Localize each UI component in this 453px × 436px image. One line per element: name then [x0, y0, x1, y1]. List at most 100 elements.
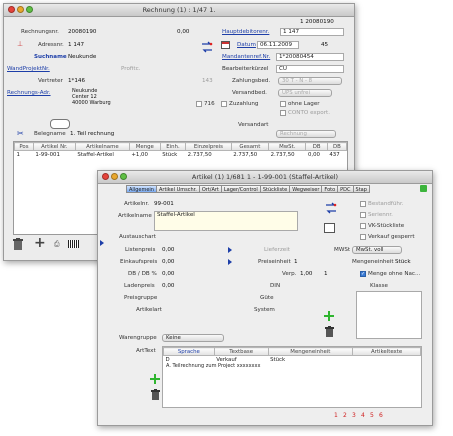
column-header[interactable]: Einzelpreis: [185, 142, 232, 151]
page-link-2[interactable]: 2: [343, 412, 347, 419]
page-link-5[interactable]: 5: [370, 412, 374, 419]
column-header[interactable]: Gesamt: [230, 142, 270, 151]
artikel-tabbar: Allgemein Artikel Umschr. Ort/Art Lager/…: [126, 185, 370, 193]
page-link-6[interactable]: 6: [379, 412, 383, 419]
checkbox-vk-stueckliste[interactable]: [360, 223, 366, 229]
column-header[interactable]: Artikeltexte: [352, 347, 421, 356]
page-link-1[interactable]: 1: [334, 412, 338, 419]
checkbox-menge-ohne[interactable]: [360, 271, 366, 277]
calendar-icon[interactable]: [221, 41, 230, 49]
plus-icon[interactable]: [150, 374, 160, 384]
top-number: 1 20080190: [300, 19, 334, 25]
table-row[interactable]: 1 1-99-001 Staffel-Artikel +1,00 Stück 2…: [15, 151, 347, 159]
rechnung-popup[interactable]: Rechnung: [276, 130, 336, 138]
einkaufspreis-arrow-icon[interactable]: [228, 259, 232, 265]
page-link-4[interactable]: 4: [361, 412, 365, 419]
checkbox-menge-ohne-label: Menge ohne Nac...: [368, 271, 421, 277]
listenpreis-label: Listenpreis: [125, 247, 156, 253]
listenpreis-arrow-icon[interactable]: [228, 247, 232, 253]
column-header[interactable]: MwSt.: [268, 142, 307, 151]
table-cell: 2.737,50: [233, 151, 258, 158]
tab-lager-control[interactable]: Lager/Control: [221, 185, 261, 193]
artikelart-label: Artikelart: [136, 307, 162, 313]
column-header[interactable]: Menge: [128, 142, 161, 151]
klasse-box[interactable]: [356, 291, 422, 339]
table-header-row: Sprache Textbase Mengeneinheit Artikelte…: [163, 347, 421, 356]
column-header[interactable]: Pos: [14, 142, 34, 151]
column-header[interactable]: Artikel Nr.: [32, 142, 76, 151]
column-header[interactable]: Sprache: [163, 347, 215, 356]
tab-stap[interactable]: Stap: [353, 185, 370, 193]
einkaufspreis-label: Einkaufspreis: [120, 259, 158, 265]
checkbox-verkauf-gesperrt[interactable]: [360, 234, 366, 240]
plus-icon[interactable]: +: [34, 235, 46, 251]
austauschart-label: Austauschart: [119, 234, 156, 240]
hauptdebitor-label[interactable]: Hauptdebitorenr.: [222, 29, 269, 35]
mwst-popup[interactable]: MwSt. voll: [352, 246, 402, 254]
window-title: Rechnung (1) : 1/47 1.: [142, 6, 216, 14]
ladenpreis-value: 0,00: [162, 283, 175, 289]
trash-icon[interactable]: [151, 389, 160, 400]
datum-field[interactable]: 06.11.2009: [257, 41, 299, 49]
column-header[interactable]: Einh.: [159, 142, 187, 151]
einkaufspreis-value: 0,00: [162, 259, 175, 265]
tab-stueckliste[interactable]: Stückliste: [260, 185, 291, 193]
checkbox-conto-export[interactable]: [280, 110, 286, 116]
bearbeiter-field[interactable]: CU: [276, 65, 344, 73]
tab-artikel-umschr[interactable]: Artikel Umschr.: [156, 185, 200, 193]
column-header[interactable]: DB: [326, 142, 347, 151]
window-title: Artikel (1) 1/681 1 - 1-99-001 (Staffel-…: [191, 173, 339, 181]
tab-pdc[interactable]: PDC: [338, 185, 354, 193]
hauptdebitor-field[interactable]: 1 147: [280, 28, 344, 36]
trash-icon[interactable]: [13, 238, 23, 250]
datum-label[interactable]: Datum: [237, 42, 256, 48]
warengruppe-label: Warengruppe: [119, 335, 157, 341]
column-header[interactable]: Mengeneinheit: [267, 347, 354, 356]
refresh-arrows-icon[interactable]: [324, 201, 338, 215]
checkbox-bestandfuehr[interactable]: [360, 201, 366, 207]
refresh-arrows-icon[interactable]: [324, 223, 335, 233]
plus-icon[interactable]: [324, 311, 334, 321]
rechnungsnr-label: Rechnungsnr.: [21, 29, 59, 35]
tab-ort-art[interactable]: Ort/Art: [199, 185, 222, 193]
artikelname-label: Artikelname: [118, 213, 152, 219]
table-row[interactable]: D Verkauf Stück: [164, 356, 421, 364]
artikelname-field[interactable]: Staffel-Artikel: [154, 211, 298, 231]
arttext-label: ArtText: [136, 348, 156, 354]
print-icon[interactable]: ⎙: [54, 240, 60, 249]
preisgruppe-label: Preisgruppe: [124, 295, 158, 301]
zahlungsbed-popup[interactable]: 30 T - N - 8: [278, 77, 342, 85]
speech-bubble-icon[interactable]: [50, 119, 70, 129]
column-header[interactable]: DB: [305, 142, 328, 151]
mandant-label[interactable]: Mandantenref.Nr.: [222, 54, 270, 60]
tab-foto[interactable]: Foto: [322, 185, 339, 193]
belegname-value: 1. Teil rechnung: [70, 131, 115, 137]
versandbed-popup[interactable]: UPS unfrei: [278, 89, 332, 97]
db-value: 0,00: [162, 271, 175, 277]
table-cell: 1: [16, 151, 20, 158]
rechnung-titlebar[interactable]: Rechnung (1) : 1/47 1.: [4, 4, 354, 17]
warengruppe-popup[interactable]: Keine: [162, 334, 224, 342]
bearbeiter-label: Bearbeiterkürzel: [222, 66, 269, 72]
checkbox-seriennr[interactable]: [360, 212, 366, 218]
tab-allgemein[interactable]: Allgemein: [126, 185, 157, 193]
scissors-icon[interactable]: ✂: [17, 129, 24, 138]
checkbox-ohne-lager[interactable]: [280, 101, 286, 107]
trash-icon[interactable]: [325, 326, 334, 337]
austauschart-arrow-icon[interactable]: [100, 240, 104, 246]
page-link-3[interactable]: 3: [352, 412, 356, 419]
vertreter-value: 1*146: [68, 78, 86, 84]
arttext-note: A. Teilrechnung zum Project xxxxxxxx: [166, 363, 261, 369]
wandprojekt-label[interactable]: WandProjektNr.: [7, 66, 50, 72]
checkbox-vk-stueckliste-label: VK-Stückliste: [368, 223, 405, 229]
barcode-icon[interactable]: [68, 240, 79, 248]
checkbox-zuzahlung[interactable]: [221, 101, 227, 107]
artikel-titlebar[interactable]: Artikel (1) 1/681 1 - 1-99-001 (Staffel-…: [98, 171, 432, 184]
mandant-field[interactable]: 1*20080454: [276, 53, 344, 61]
column-header[interactable]: Textbase: [213, 347, 269, 356]
rechnungs-adr-label[interactable]: Rechnungs-Adr.: [7, 90, 51, 96]
tab-wegweiser[interactable]: Wegweiser: [290, 185, 323, 193]
checkbox-716[interactable]: [196, 101, 202, 107]
column-header[interactable]: Artikelname: [74, 142, 130, 151]
refresh-arrows-icon[interactable]: [200, 40, 214, 54]
